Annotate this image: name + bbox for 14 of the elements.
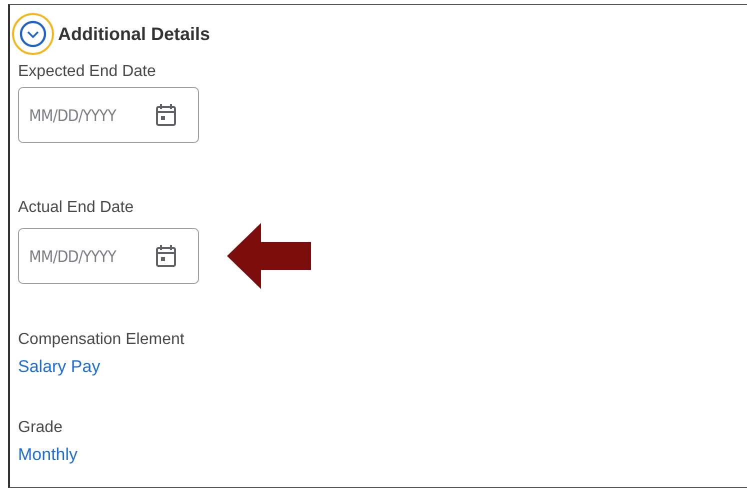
date-input-field[interactable]: MM/DD/YYYY bbox=[18, 87, 199, 143]
field-label: Actual End Date bbox=[18, 199, 134, 217]
field-value-link[interactable]: Monthly bbox=[18, 445, 78, 465]
calendar-icon[interactable] bbox=[155, 244, 177, 268]
field-value-link[interactable]: Salary Pay bbox=[18, 357, 100, 377]
field-label: Expected End Date bbox=[18, 63, 156, 81]
date-input-field[interactable]: MM/DD/YYYY bbox=[18, 228, 199, 284]
calendar-icon[interactable] bbox=[155, 103, 177, 127]
date-text-input[interactable]: MM/DD/YYYY bbox=[29, 246, 149, 266]
collapse-toggle-button[interactable] bbox=[12, 13, 54, 55]
field-label: Compensation Element bbox=[18, 331, 184, 349]
field-label: Grade bbox=[18, 419, 62, 437]
section-title: Additional Details bbox=[58, 24, 210, 44]
date-text-input[interactable]: MM/DD/YYYY bbox=[29, 106, 149, 124]
